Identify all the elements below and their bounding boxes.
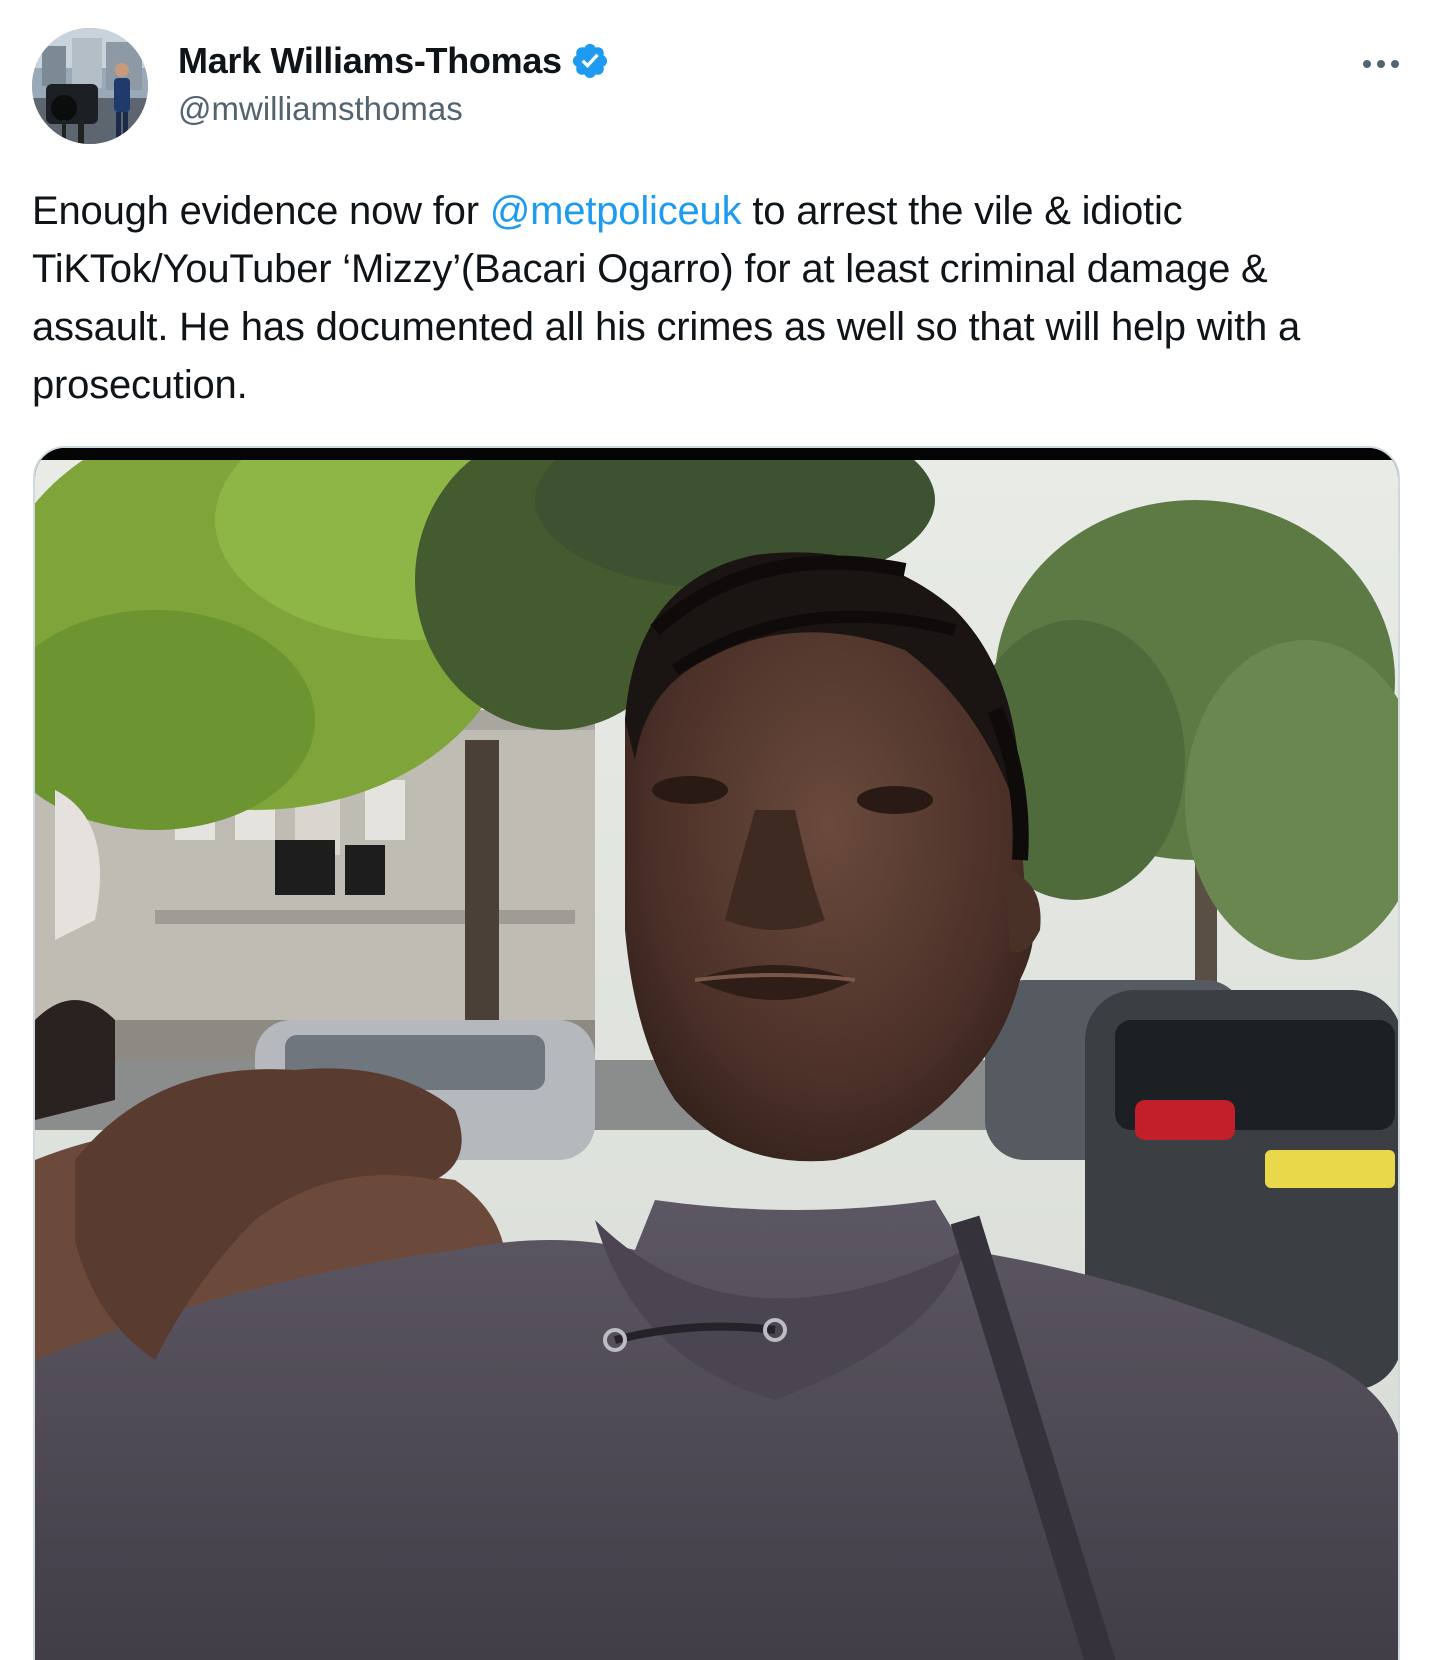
tweet-card: Mark Williams-Thomas @mwilliamsthomas En… — [0, 0, 1440, 1660]
tweet-media[interactable] — [33, 446, 1400, 1660]
mention-link[interactable]: @metpoliceuk — [490, 189, 742, 233]
name-row: Mark Williams-Thomas — [178, 38, 610, 84]
more-options-icon — [1363, 60, 1399, 68]
tweet-body: Enough evidence now for @metpoliceuk to … — [32, 182, 1412, 414]
author-handle[interactable]: @mwilliamsthomas — [178, 90, 610, 128]
video-thumbnail-image — [35, 460, 1398, 1660]
avatar-image — [32, 28, 148, 144]
tweet-header: Mark Williams-Thomas @mwilliamsthomas — [32, 28, 1408, 148]
more-options-button[interactable] — [1354, 46, 1408, 82]
author-display-name[interactable]: Mark Williams-Thomas — [178, 40, 562, 82]
author-avatar[interactable] — [32, 28, 148, 144]
author-info: Mark Williams-Thomas @mwilliamsthomas — [178, 38, 610, 128]
tweet-text-start: Enough evidence now for — [32, 189, 490, 233]
verified-badge-icon — [570, 41, 610, 81]
